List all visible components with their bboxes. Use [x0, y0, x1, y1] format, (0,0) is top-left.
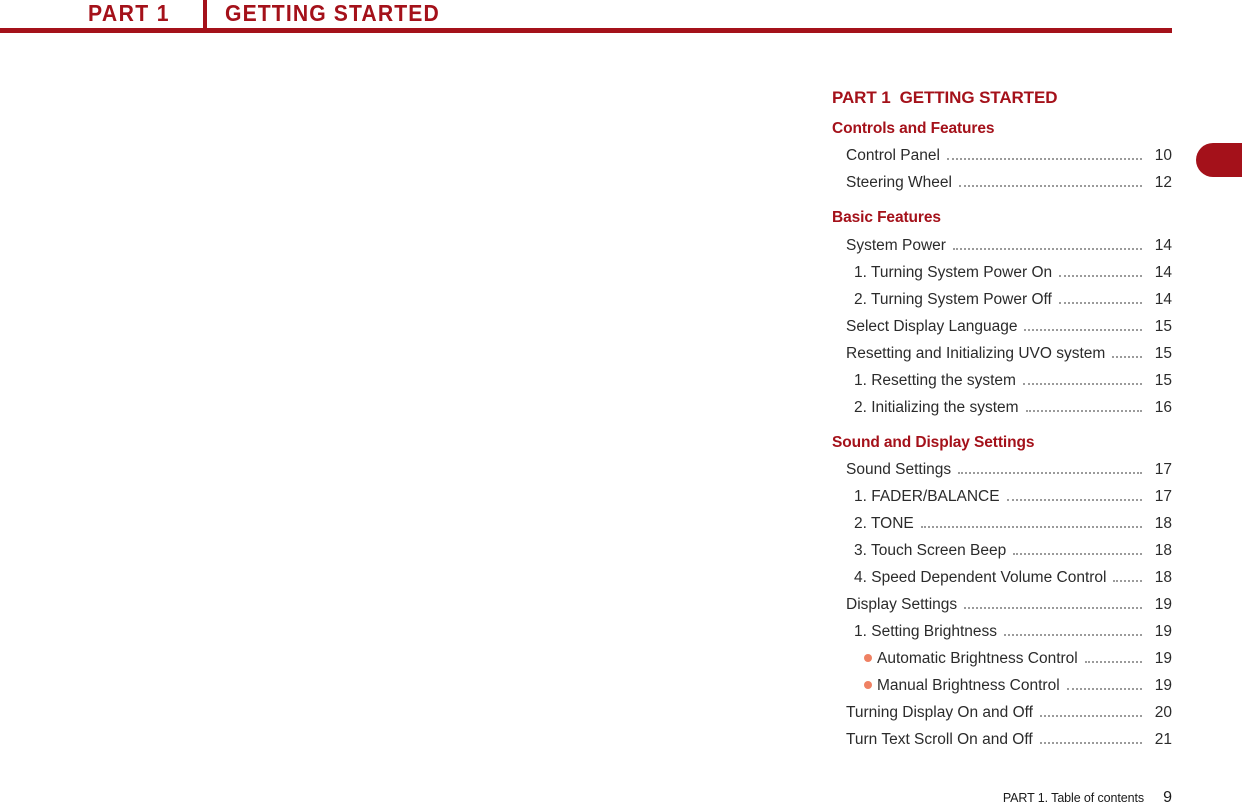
- bullet-dot-icon: [864, 653, 872, 662]
- toc-entry[interactable]: 2. Turning System Power Off 14: [832, 286, 1172, 313]
- toc-leader-dots: [1112, 355, 1142, 358]
- toc-entry-label: 2. Turning System Power Off: [854, 290, 1052, 308]
- toc-leader-dots: [1022, 382, 1142, 385]
- toc-leader-dots: [1025, 409, 1142, 412]
- toc-entry-page-number: 21: [1154, 730, 1172, 748]
- toc-entry[interactable]: Automatic Brightness Control 19: [832, 645, 1172, 672]
- toc-entry[interactable]: 4. Speed Dependent Volume Control 18: [832, 564, 1172, 591]
- toc-entry-page-number: 14: [1154, 263, 1172, 281]
- toc-leader-dots: [1039, 714, 1142, 717]
- toc-entry[interactable]: Steering Wheel 12: [832, 169, 1172, 196]
- toc-leader-dots: [1006, 498, 1142, 501]
- toc-entry-label: 2. Initializing the system: [854, 398, 1019, 416]
- toc-entry-page-number: 18: [1154, 568, 1172, 586]
- toc-leader-dots: [964, 606, 1142, 609]
- toc-entry-label: Sound Settings: [846, 460, 952, 478]
- toc-leader-dots: [920, 525, 1142, 528]
- toc-entry[interactable]: 1. Resetting the system 15: [832, 367, 1172, 394]
- toc-entry[interactable]: Turn Text Scroll On and Off 21: [832, 726, 1172, 753]
- toc-entry-page-number: 19: [1154, 649, 1172, 667]
- toc-leader-dots: [946, 157, 1142, 161]
- toc-entry[interactable]: 2. Initializing the system 16: [832, 394, 1172, 421]
- toc-leader-dots: [958, 184, 1142, 188]
- toc-title: PART 1 GETTING STARTED: [832, 88, 1172, 108]
- toc-entry-label: Automatic Brightness Control: [877, 649, 1078, 667]
- toc-entry-page-number: 14: [1154, 236, 1172, 254]
- toc-entry-label: Steering Wheel: [846, 174, 952, 192]
- toc-entry[interactable]: Manual Brightness Control 19: [832, 672, 1172, 699]
- toc-leader-dots: [1004, 633, 1142, 636]
- side-index-tab: [1196, 143, 1242, 177]
- toc-entry-page-number: 15: [1154, 344, 1172, 362]
- toc-entry-page-number: 12: [1154, 174, 1172, 192]
- toc-section-heading: Sound and Display Settings: [832, 433, 1035, 451]
- page-footer: PART 1. Table of contents 9: [832, 789, 1172, 807]
- toc-entry[interactable]: Control Panel 10: [832, 142, 1172, 169]
- toc-entry-label: 3. Touch Screen Beep: [854, 541, 1007, 559]
- toc-section-heading: Basic Features: [832, 209, 941, 227]
- toc-entry-page-number: 15: [1154, 317, 1172, 335]
- toc-leader-dots: [1058, 301, 1142, 304]
- running-header-inner: PART 1 GETTING STARTED: [88, 0, 459, 28]
- toc-entry[interactable]: 3. Touch Screen Beep 18: [832, 537, 1172, 564]
- toc-leader-dots: [1039, 741, 1142, 744]
- toc-leader-dots: [1066, 687, 1142, 690]
- toc-leader-dots: [1013, 552, 1142, 555]
- toc-body: Controls and Features Control Panel 10 Stee…: [832, 117, 1172, 753]
- toc-entry[interactable]: Turning Display On and Off 20: [832, 699, 1172, 726]
- toc-entry-label: 1. Turning System Power On: [854, 263, 1053, 281]
- toc-entry[interactable]: 1. Setting Brightness 19: [832, 618, 1172, 645]
- toc-entry[interactable]: System Power 14: [832, 232, 1172, 259]
- toc-entry[interactable]: Select Display Language 15: [832, 313, 1172, 340]
- toc-entry-page-number: 18: [1154, 514, 1172, 532]
- toc-entry-label: Turn Text Scroll On and Off: [846, 730, 1033, 748]
- toc-entry[interactable]: 1. FADER/BALANCE 17: [832, 483, 1172, 510]
- toc-entry-label: Display Settings: [846, 595, 958, 613]
- running-header-divider: [203, 0, 208, 28]
- toc-entry-label: 1. Resetting the system: [854, 371, 1016, 389]
- bullet-dot-icon: [864, 680, 872, 689]
- footer-page-number: 9: [1163, 789, 1172, 806]
- toc-entry[interactable]: Sound Settings 17: [832, 456, 1172, 483]
- toc-entry-page-number: 17: [1154, 487, 1172, 505]
- toc-leader-dots: [958, 471, 1142, 474]
- toc-title-part: PART 1: [832, 88, 891, 107]
- toc-entry-page-number: 18: [1154, 541, 1172, 559]
- toc-entry-page-number: 19: [1154, 622, 1172, 640]
- toc-entry-page-number: 10: [1154, 147, 1172, 165]
- table-of-contents: PART 1 GETTING STARTED Controls and Featu…: [832, 88, 1172, 753]
- header-rule: [0, 28, 1172, 33]
- toc-entry[interactable]: Resetting and Initializing UVO system 15: [832, 340, 1172, 367]
- toc-entry-page-number: 16: [1154, 398, 1172, 416]
- toc-entry-page-number: 17: [1154, 460, 1172, 478]
- toc-leader-dots: [1113, 579, 1142, 582]
- toc-entry-page-number: 19: [1154, 676, 1172, 694]
- toc-entry-label: Control Panel: [846, 147, 940, 165]
- toc-leader-dots: [1024, 328, 1142, 331]
- toc-entry-label: 2. TONE: [854, 514, 914, 532]
- toc-entry-page-number: 14: [1154, 290, 1172, 308]
- toc-leader-dots: [1084, 660, 1142, 663]
- toc-entry[interactable]: 2. TONE 18: [832, 510, 1172, 537]
- toc-section-heading: Controls and Features: [832, 120, 995, 137]
- toc-entry-page-number: 15: [1154, 371, 1172, 389]
- toc-leader-dots: [952, 247, 1142, 250]
- running-header-title-label: GETTING STARTED: [225, 0, 440, 26]
- toc-entry-label: System Power: [846, 236, 946, 254]
- footer-label: PART 1. Table of contents: [1002, 791, 1144, 805]
- toc-entry-label: Resetting and Initializing UVO system: [846, 344, 1106, 362]
- running-header-part-label: PART 1: [88, 0, 170, 26]
- toc-entry-label: Manual Brightness Control: [877, 676, 1060, 694]
- toc-entry-label: 1. FADER/BALANCE: [854, 487, 1000, 505]
- toc-entry-label: Turning Display On and Off: [846, 703, 1033, 721]
- toc-entry-label: 1. Setting Brightness: [854, 622, 998, 640]
- toc-entry[interactable]: 1. Turning System Power On 14: [832, 259, 1172, 286]
- toc-entry-page-number: 20: [1154, 703, 1172, 721]
- toc-entry-label: 4. Speed Dependent Volume Control: [854, 568, 1107, 586]
- toc-title-name: GETTING STARTED: [899, 88, 1058, 107]
- toc-entry-label: Select Display Language: [846, 317, 1018, 335]
- toc-entry[interactable]: Display Settings 19: [832, 591, 1172, 618]
- toc-entry-page-number: 19: [1154, 595, 1172, 613]
- toc-leader-dots: [1059, 274, 1142, 277]
